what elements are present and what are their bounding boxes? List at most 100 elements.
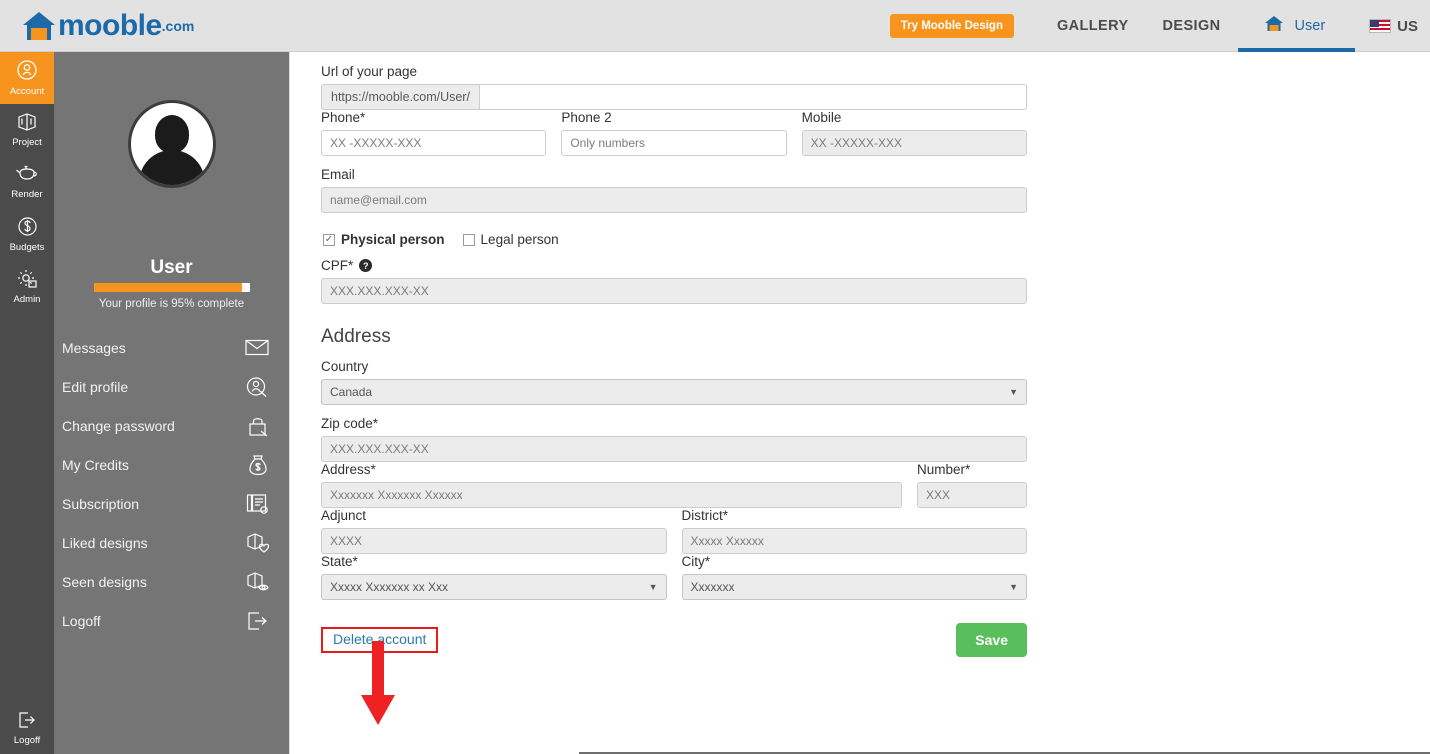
- address-input[interactable]: Xxxxxxx Xxxxxxx Xxxxxx: [321, 482, 902, 508]
- phone-input[interactable]: XX -XXXXX-XXX: [321, 130, 547, 156]
- cpf-label-row: CPF* ?: [321, 258, 1027, 273]
- person-circle-icon: [16, 59, 38, 86]
- email-label: Email: [321, 167, 355, 182]
- cube-project-icon: [16, 112, 38, 137]
- sidebar-item-label: Edit profile: [62, 378, 129, 395]
- rail-label-account: Account: [9, 86, 45, 97]
- physical-person-label: Physical person: [341, 232, 445, 247]
- design-heart-icon: [246, 532, 269, 553]
- country-value: Canada: [330, 385, 373, 399]
- url-input[interactable]: [478, 84, 1027, 110]
- legal-person-checkbox[interactable]: Legal person: [462, 232, 559, 247]
- rail-item-admin[interactable]: Admin: [0, 260, 54, 312]
- sidebar-item-logoff[interactable]: Logoff: [54, 601, 289, 640]
- state-city-row: State* Xxxxx Xxxxxxx xx Xxx ▼ City* Xxxx…: [321, 554, 1027, 600]
- profile-form: Url of your page https://mooble.com/User…: [321, 64, 1027, 657]
- checkbox-unchecked-icon: [462, 233, 475, 246]
- sidebar-item-label: Messages: [62, 339, 126, 356]
- district-input[interactable]: Xxxxx Xxxxxx: [681, 528, 1027, 554]
- state-label: State*: [321, 554, 358, 569]
- dollar-circle-icon: [17, 216, 38, 242]
- nav-gallery[interactable]: GALLERY: [1040, 0, 1146, 52]
- adjunct-district-row: Adjunct XXXX District* Xxxxx Xxxxxx: [321, 508, 1027, 554]
- sidebar-item-change-password[interactable]: Change password: [54, 406, 289, 445]
- lock-icon: [247, 415, 269, 437]
- cpf-input[interactable]: XXX.XXX.XXX-XX: [321, 278, 1027, 304]
- rail-item-budgets[interactable]: Budgets: [0, 208, 54, 260]
- phone2-label: Phone 2: [561, 110, 612, 125]
- country-select[interactable]: Canada ▼: [321, 379, 1027, 405]
- chevron-down-icon: ▼: [1009, 387, 1018, 397]
- chevron-down-icon: ▼: [648, 582, 658, 592]
- sidebar-item-my-credits[interactable]: My Credits: [54, 445, 289, 484]
- profile-sidebar: User Your profile is 95% complete Messag…: [54, 52, 289, 754]
- logo-text: mooble: [58, 9, 162, 42]
- language-selector[interactable]: US: [1355, 18, 1430, 35]
- district-label: District*: [681, 508, 729, 523]
- rail-label-project: Project: [12, 137, 42, 148]
- sidebar-menu: Messages Edit profile Change password My…: [54, 328, 289, 640]
- profile-progress-fill: [93, 283, 242, 292]
- mobile-input[interactable]: XX -XXXXX-XXX: [801, 130, 1027, 156]
- sidebar-item-liked-designs[interactable]: Liked designs: [54, 523, 289, 562]
- logout-icon: [246, 611, 269, 631]
- adjunct-label: Adjunct: [321, 508, 367, 523]
- address-section-title: Address: [321, 326, 391, 347]
- rail-item-render[interactable]: Render: [0, 156, 54, 208]
- zip-label: Zip code*: [321, 416, 379, 431]
- number-label: Number*: [917, 462, 971, 477]
- question-mark-icon[interactable]: ?: [359, 259, 373, 272]
- logo-suffix: .com: [161, 18, 195, 34]
- physical-person-checkbox[interactable]: ✓ Physical person: [323, 232, 445, 247]
- gear-icon: [16, 268, 38, 294]
- address-number-row: Address* Xxxxxxx Xxxxxxx Xxxxxx Number* …: [321, 462, 1027, 508]
- zip-input[interactable]: XXX.XXX.XXX-XX: [321, 436, 1027, 462]
- phone-row: Phone* XX -XXXXX-XXX Phone 2 Only number…: [321, 110, 1027, 156]
- profile-progress-text: Your profile is 95% complete: [98, 298, 245, 310]
- rail-label-logoff: Logoff: [13, 735, 41, 746]
- nav-design[interactable]: DESIGN: [1146, 0, 1238, 52]
- sidebar-item-messages[interactable]: Messages: [54, 328, 289, 367]
- nav-user-label: User: [1294, 18, 1326, 34]
- rail-item-account[interactable]: Account: [0, 52, 54, 104]
- state-value: Xxxxx Xxxxxxx xx Xxx: [330, 580, 449, 594]
- rail-item-project[interactable]: Project: [0, 104, 54, 156]
- teapot-icon: [15, 164, 39, 189]
- delete-account-link[interactable]: Delete account: [329, 629, 430, 649]
- nav-user-tab[interactable]: User: [1237, 0, 1356, 52]
- email-input[interactable]: name@email.com: [321, 187, 1027, 213]
- legal-person-label: Legal person: [480, 232, 559, 247]
- logout-icon: [16, 710, 38, 735]
- rail-item-logoff[interactable]: Logoff: [0, 702, 54, 754]
- chevron-down-icon: ▼: [1009, 582, 1018, 592]
- rail-label-budgets: Budgets: [9, 241, 45, 253]
- top-navigation: Try Mooble Design GALLERY DESIGN User US: [889, 0, 1430, 52]
- sidebar-item-label: Change password: [62, 417, 175, 434]
- rail-label-admin: Admin: [13, 293, 41, 305]
- sidebar-item-seen-designs[interactable]: Seen designs: [54, 562, 289, 601]
- phone-label: Phone*: [321, 110, 366, 125]
- house-icon: [1264, 15, 1284, 37]
- profile-progress-bar: [93, 283, 250, 292]
- sidebar-item-edit-profile[interactable]: Edit profile: [54, 367, 289, 406]
- number-input[interactable]: XXX: [917, 482, 1027, 508]
- avatar[interactable]: [127, 100, 216, 188]
- site-logo[interactable]: mooble .com: [22, 7, 194, 45]
- us-flag-icon: [1369, 19, 1392, 33]
- sidebar-item-subscription[interactable]: Subscription: [54, 484, 289, 523]
- sidebar-item-label: My Credits: [62, 456, 129, 473]
- city-select[interactable]: Xxxxxxx ▼: [681, 574, 1027, 600]
- subscription-icon: [246, 493, 269, 514]
- try-mooble-design-button[interactable]: Try Mooble Design: [889, 14, 1014, 38]
- phone2-input[interactable]: Only numbers: [561, 130, 787, 156]
- address-label: Address*: [321, 462, 376, 477]
- adjunct-input[interactable]: XXXX: [321, 528, 667, 554]
- url-prefix: https://mooble.com/User/: [321, 84, 479, 110]
- city-value: Xxxxxxx: [690, 580, 735, 594]
- rail-label-render: Render: [11, 189, 43, 200]
- person-type-group: ✓ Physical person Legal person: [323, 232, 1027, 247]
- design-eye-icon: [246, 571, 269, 592]
- save-button[interactable]: Save: [956, 623, 1027, 657]
- state-select[interactable]: Xxxxx Xxxxxxx xx Xxx ▼: [321, 574, 667, 600]
- url-field-group: https://mooble.com/User/: [321, 84, 1027, 110]
